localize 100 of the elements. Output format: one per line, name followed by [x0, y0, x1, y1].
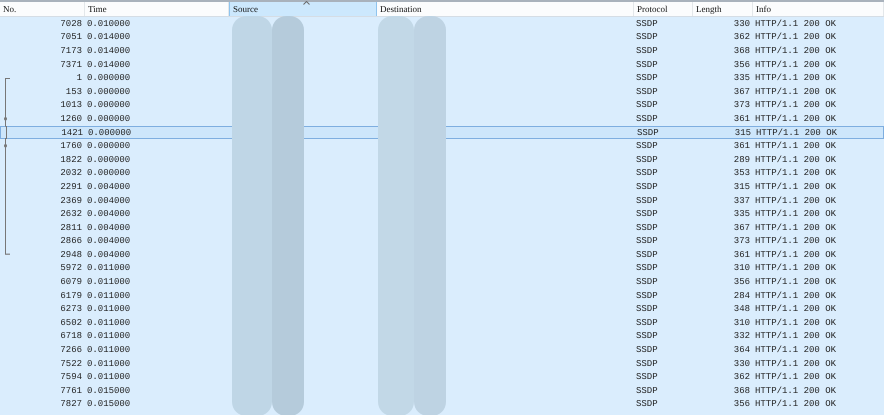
packet-number: 2369 [59, 196, 83, 206]
packet-protocol: SSDP [635, 168, 659, 178]
packet-length: 332 [732, 331, 751, 342]
packet-info: HTTP/1.1 200 OK [754, 290, 838, 301]
packet-info: HTTP/1.1 200 OK [754, 250, 838, 260]
packet-number: 7266 [59, 345, 83, 356]
packet-time: 0.011000 [86, 277, 132, 288]
packet-info: HTTP/1.1 200 OK [754, 141, 838, 152]
packet-length: 335 [732, 209, 751, 220]
packet-length: 337 [732, 196, 751, 206]
packet-protocol: SSDP [635, 196, 659, 206]
packet-length: 289 [732, 154, 751, 165]
packet-protocol: SSDP [636, 128, 660, 138]
packet-number: 2866 [59, 236, 83, 246]
packet-info: HTTP/1.1 200 OK [754, 18, 838, 29]
packet-length: 368 [732, 46, 751, 56]
packet-info: HTTP/1.1 200 OK [754, 46, 838, 56]
packet-info: HTTP/1.1 200 OK [754, 399, 838, 410]
packet-info: HTTP/1.1 200 OK [754, 154, 838, 165]
packet-protocol: SSDP [635, 277, 659, 288]
packet-length: 368 [732, 386, 751, 396]
packet-protocol: SSDP [635, 358, 659, 369]
packet-number: 2811 [59, 222, 83, 233]
packet-length: 330 [732, 358, 751, 369]
packet-time: 0.014000 [86, 32, 132, 42]
packet-info: HTTP/1.1 200 OK [754, 345, 838, 356]
packet-protocol: SSDP [635, 386, 659, 396]
packet-number: 2948 [59, 250, 83, 260]
packet-info: HTTP/1.1 200 OK [754, 304, 838, 314]
column-header[interactable]: No. [0, 2, 85, 16]
packet-time: 0.011000 [86, 290, 132, 301]
packet-time: 0.011000 [86, 263, 132, 274]
packet-length: 364 [732, 345, 751, 356]
packet-protocol: SSDP [635, 236, 659, 246]
column-header[interactable]: Length [693, 2, 753, 16]
packet-time: 0.004000 [86, 236, 132, 246]
packet-length: 367 [732, 222, 751, 233]
packet-info: HTTP/1.1 200 OK [754, 209, 838, 220]
packet-protocol: SSDP [635, 399, 659, 410]
packet-number: 7173 [59, 46, 83, 56]
packet-length: 373 [732, 100, 751, 110]
packet-time: 0.000000 [86, 154, 132, 165]
packet-number: 1822 [59, 154, 83, 165]
packet-time: 0.000000 [86, 141, 132, 152]
packet-info: HTTP/1.1 200 OK [754, 277, 838, 288]
packet-length: 362 [732, 372, 751, 382]
column-header[interactable]: Source [229, 2, 377, 16]
packet-length: 348 [732, 304, 751, 314]
packet-number: 7051 [59, 32, 83, 42]
packet-info: HTTP/1.1 200 OK [754, 331, 838, 342]
packet-number: 1260 [59, 114, 83, 124]
packet-number: 2291 [59, 182, 83, 192]
column-header[interactable]: Protocol [634, 2, 693, 16]
packet-time: 0.000000 [86, 86, 132, 97]
packet-info: HTTP/1.1 200 OK [754, 372, 838, 382]
packet-number: 153 [64, 86, 83, 97]
packet-number: 7522 [59, 358, 83, 369]
packet-length: 310 [732, 318, 751, 328]
packet-protocol: SSDP [635, 86, 659, 97]
packet-info: HTTP/1.1 200 OK [754, 182, 838, 192]
packet-time: 0.015000 [86, 399, 132, 410]
packet-number: 6718 [59, 331, 83, 342]
packet-time: 0.011000 [86, 304, 132, 314]
packet-info: HTTP/1.1 200 OK [754, 100, 838, 110]
packet-time: 0.011000 [86, 372, 132, 382]
packet-info: HTTP/1.1 200 OK [754, 222, 838, 233]
packet-protocol: SSDP [635, 100, 659, 110]
packet-info: HTTP/1.1 200 OK [754, 114, 838, 124]
packet-protocol: SSDP [635, 73, 659, 84]
packet-time: 0.010000 [86, 18, 132, 29]
packet-time: 0.004000 [86, 250, 132, 260]
packet-number: 6273 [59, 304, 83, 314]
packet-info: HTTP/1.1 200 OK [754, 358, 838, 369]
packet-protocol: SSDP [635, 222, 659, 233]
packet-time: 0.014000 [86, 60, 132, 70]
packet-length: 315 [732, 182, 751, 192]
packet-length: 361 [732, 114, 751, 124]
packet-number: 2032 [59, 168, 83, 178]
packet-number: 2632 [59, 209, 83, 220]
packet-time: 0.004000 [86, 196, 132, 206]
packet-number: 7761 [59, 386, 83, 396]
packet-number: 7028 [59, 18, 83, 29]
packet-time: 0.015000 [86, 386, 132, 396]
packet-number: 1 [76, 73, 83, 84]
packet-protocol: SSDP [635, 46, 659, 56]
packet-length: 310 [732, 263, 751, 274]
packet-protocol: SSDP [635, 372, 659, 382]
packet-protocol: SSDP [635, 250, 659, 260]
packet-time: 0.000000 [86, 100, 132, 110]
packet-protocol: SSDP [635, 345, 659, 356]
column-header[interactable]: Info [753, 2, 884, 16]
packet-info: HTTP/1.1 200 OK [754, 73, 838, 84]
packet-time: 0.011000 [86, 345, 132, 356]
packet-time: 0.000000 [86, 73, 132, 84]
packet-time: 0.011000 [86, 331, 132, 342]
packet-time: 0.004000 [86, 209, 132, 220]
packet-length: 335 [732, 73, 751, 84]
packet-info: HTTP/1.1 200 OK [754, 196, 838, 206]
packet-number: 6502 [59, 318, 83, 328]
packet-length: 353 [732, 168, 751, 178]
